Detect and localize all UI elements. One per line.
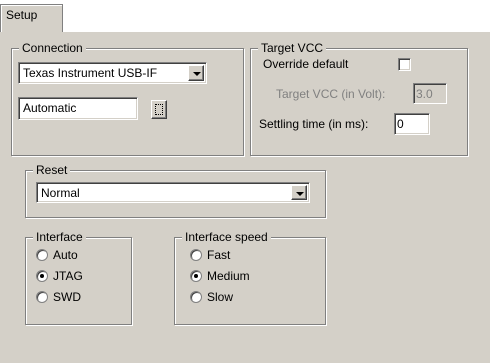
override-default-label: Override default <box>263 57 349 71</box>
tab-setup-label: Setup <box>6 8 38 22</box>
device-field[interactable]: Automatic <box>18 97 138 120</box>
interface-speed-legend: Interface speed <box>182 229 271 245</box>
interface-jtag-label: JTAG <box>53 269 83 283</box>
speed-medium-radio[interactable] <box>190 270 202 282</box>
target-vcc-volt-value: 3.0 <box>416 87 433 101</box>
setup-panel: Connection Texas Instrument USB-IF Autom… <box>0 31 490 363</box>
browse-dots-icon[interactable] <box>151 100 167 119</box>
interface-speed-group: Interface speed Fast Medium Slow <box>174 229 326 325</box>
interface-auto-label: Auto <box>53 248 78 262</box>
interface-swd-radio[interactable] <box>36 291 48 303</box>
target-vcc-volt-label: Target VCC (in Volt): <box>276 87 386 101</box>
speed-slow-label: Slow <box>207 290 234 304</box>
interface-legend: Interface <box>33 229 86 245</box>
target-vcc-legend: Target VCC <box>258 40 327 56</box>
connection-group: Connection Texas Instrument USB-IF Autom… <box>11 40 244 156</box>
reset-value: Normal <box>41 186 80 200</box>
connection-interface-value: Texas Instrument USB-IF <box>23 66 158 80</box>
override-default-checkbox[interactable] <box>398 58 411 71</box>
speed-fast-radio[interactable] <box>190 249 202 261</box>
chevron-down-icon[interactable] <box>291 185 307 200</box>
target-vcc-volt-field: 3.0 <box>413 83 447 104</box>
settling-time-field[interactable]: 0 <box>394 113 430 135</box>
reset-legend: Reset <box>33 162 71 178</box>
tab-strip <box>0 0 490 32</box>
speed-fast-label: Fast <box>207 248 231 262</box>
connection-legend: Connection <box>19 40 86 56</box>
reset-select[interactable]: Normal <box>36 182 310 203</box>
tab-setup[interactable]: Setup <box>0 4 63 32</box>
interface-group: Interface Auto JTAG SWD <box>25 229 132 325</box>
device-field-value: Automatic <box>23 101 77 115</box>
interface-auto-radio[interactable] <box>36 249 48 261</box>
settling-time-value: 0 <box>397 117 404 131</box>
interface-swd-label: SWD <box>53 290 81 304</box>
reset-group: Reset Normal <box>25 162 326 218</box>
speed-slow-radio[interactable] <box>190 291 202 303</box>
chevron-down-icon[interactable] <box>188 65 204 81</box>
interface-jtag-radio[interactable] <box>36 270 48 282</box>
connection-interface-select[interactable]: Texas Instrument USB-IF <box>18 62 207 84</box>
target-vcc-group: Target VCC Override default Target VCC (… <box>250 40 468 156</box>
settling-time-label: Settling time (in ms): <box>259 117 369 131</box>
speed-medium-label: Medium <box>207 269 250 283</box>
